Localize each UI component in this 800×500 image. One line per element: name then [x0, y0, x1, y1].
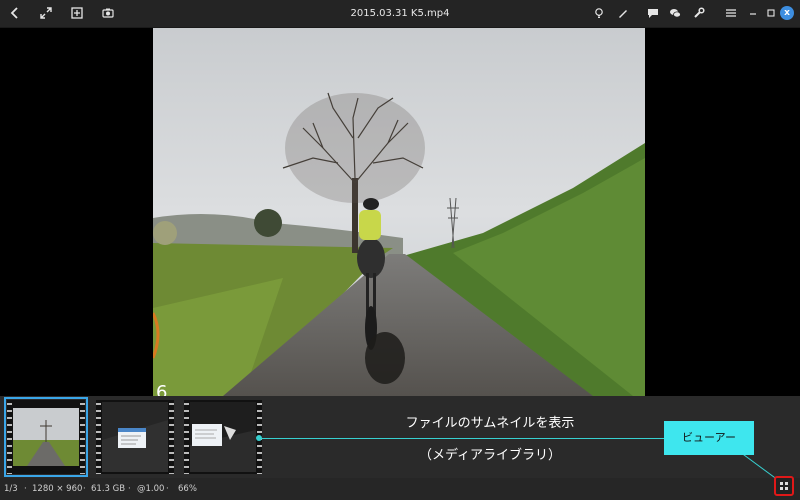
status-rate: @1.00	[137, 484, 165, 494]
annotation-title: ファイルのサムネイルを表示	[405, 416, 575, 431]
status-separator: ·	[24, 484, 27, 494]
thumbnail-grid-icon[interactable]	[774, 476, 794, 496]
status-resolution: 1280 × 960	[32, 484, 83, 494]
status-size: 61.3 GB	[91, 484, 126, 494]
status-separator: ·	[128, 484, 131, 494]
status-bar: 1/3 · 1280 × 960 · 61.3 GB · @1.00 · 66%	[0, 478, 800, 500]
status-index: 1/3	[4, 484, 18, 494]
viewer-callout: ビューアー	[664, 421, 754, 455]
status-separator: ·	[83, 484, 86, 494]
status-zoom: 66%	[178, 484, 197, 494]
status-separator: ·	[166, 484, 169, 494]
annotation-subtitle: （メディアライブラリ）	[418, 448, 562, 463]
